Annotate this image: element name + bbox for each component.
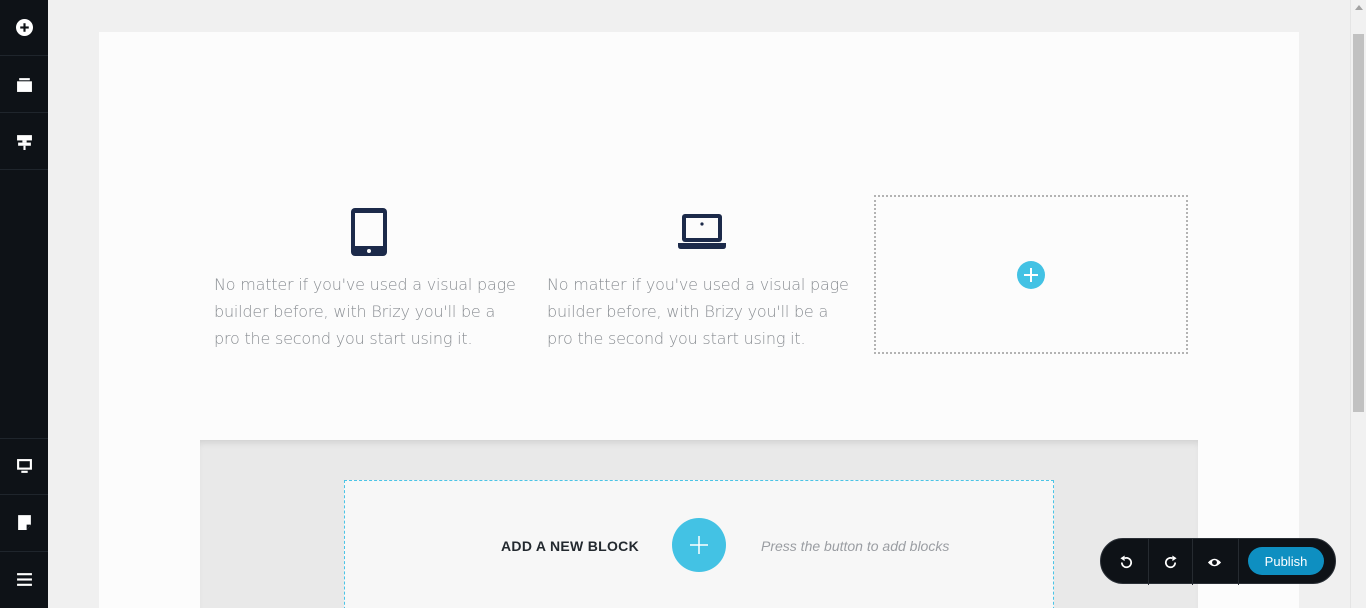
menu-button[interactable] (0, 551, 48, 607)
bottom-toolbar: Publish (1100, 538, 1336, 585)
plus-icon (690, 536, 708, 554)
plus-icon (1024, 267, 1038, 282)
feature-column-laptop[interactable]: No matter if you've used a visual page b… (547, 197, 857, 352)
preview-button[interactable] (1192, 539, 1236, 585)
toolbar-divider (1238, 539, 1239, 585)
hamburger-icon (16, 573, 32, 586)
page-icon (17, 515, 31, 530)
scrollbar-thumb[interactable] (1353, 34, 1364, 412)
styling-button[interactable] (0, 114, 48, 170)
redo-button[interactable] (1148, 539, 1192, 585)
device-view-button[interactable] (0, 438, 48, 494)
blocks-button[interactable] (0, 57, 48, 113)
paint-roller-icon (16, 135, 32, 150)
tablet-icon[interactable] (351, 208, 387, 256)
blocks-icon (16, 78, 32, 92)
add-block-label: ADD A NEW BLOCK (501, 538, 640, 554)
add-block-button[interactable] (672, 518, 726, 572)
left-sidebar (0, 0, 48, 608)
publish-button[interactable]: Publish (1248, 547, 1324, 575)
vertical-scrollbar[interactable] (1350, 0, 1366, 608)
add-block-dropzone[interactable]: ADD A NEW BLOCK Press the button to add … (344, 480, 1054, 608)
redo-icon (1164, 554, 1177, 568)
feature-text[interactable]: No matter if you've used a visual page b… (214, 271, 524, 352)
add-block-hint: Press the button to add blocks (761, 538, 950, 554)
add-element-button[interactable] (1017, 260, 1045, 289)
desktop-icon (16, 459, 32, 473)
editor-canvas: No matter if you've used a visual page b… (48, 0, 1350, 608)
add-elements-button[interactable] (0, 0, 48, 56)
icon-box (547, 197, 857, 267)
eye-icon (1207, 558, 1221, 566)
empty-column-placeholder[interactable] (874, 195, 1188, 354)
feature-column-tablet[interactable]: No matter if you've used a visual page b… (214, 197, 524, 352)
undo-icon (1119, 554, 1132, 568)
undo-button[interactable] (1104, 539, 1148, 585)
laptop-icon[interactable] (678, 214, 726, 250)
pages-button[interactable] (0, 494, 48, 550)
scroll-up-arrow-icon[interactable] (1355, 5, 1363, 10)
feature-text[interactable]: No matter if you've used a visual page b… (547, 271, 857, 352)
add-block-zone: ADD A NEW BLOCK Press the button to add … (200, 440, 1198, 608)
plus-circle-icon (15, 19, 33, 36)
icon-box (214, 197, 524, 267)
